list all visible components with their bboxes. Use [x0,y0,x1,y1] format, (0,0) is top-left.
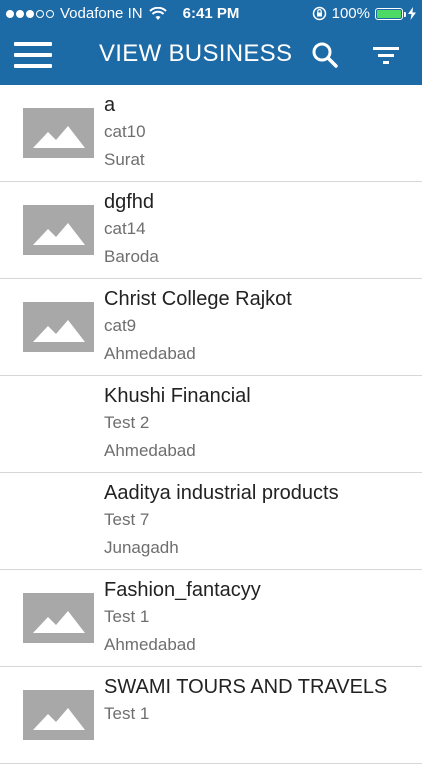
business-category: cat9 [104,316,137,335]
filter-button[interactable] [372,44,400,68]
placeholder-image-icon [23,593,94,643]
search-button[interactable] [311,41,339,69]
business-name: dgfhd [104,191,155,213]
business-row[interactable]: Christ College Rajkot cat9 Ahmedabad [0,279,422,376]
business-city: Baroda [104,247,159,266]
charging-icon [408,7,416,20]
hamburger-icon [14,42,52,68]
business-row[interactable]: a cat10 Surat [0,85,422,182]
page-title: VIEW BUSINESS [99,40,293,67]
business-city: Surat [104,150,145,169]
business-category: cat10 [104,122,146,141]
business-name: Christ College Rajkot [104,288,292,310]
rotation-lock-icon [312,6,326,21]
business-list: a cat10 Surat dgfhd cat14 Baroda Christ … [0,85,422,764]
menu-button[interactable] [14,42,52,70]
business-name: Khushi Financial [104,385,251,407]
business-row[interactable]: Khushi Financial Test 2 Ahmedabad [0,376,422,473]
business-name: SWAMI TOURS AND TRAVELS [104,676,388,698]
filter-icon [373,47,399,64]
battery-icon [375,7,406,20]
business-city: Ahmedabad [104,344,196,363]
business-row[interactable]: Fashion_fantacyy Test 1 Ahmedabad [0,570,422,667]
business-city: Junagadh [104,538,179,557]
status-bar: Vodafone IN 6:41 PM 100% [0,0,422,28]
app-header: Vodafone IN 6:41 PM 100% VIEW BUSINESS [0,0,422,85]
business-category: Test 1 [104,607,150,626]
business-category: Test 1 [104,704,150,723]
battery-percent: 100% [331,5,370,22]
business-city: Ahmedabad [104,441,196,460]
business-name: Aaditya industrial products [104,482,339,504]
placeholder-image-icon [23,205,94,255]
search-icon [312,42,338,68]
status-right: 100% [312,5,416,22]
business-city: Ahmedabad [104,635,196,654]
business-category: Test 2 [104,413,150,432]
business-row[interactable]: SWAMI TOURS AND TRAVELS Test 1 [0,667,422,764]
navbar: VIEW BUSINESS [0,28,422,85]
placeholder-image-icon [23,108,94,158]
business-row[interactable]: Aaditya industrial products Test 7 Junag… [0,473,422,570]
business-category: Test 7 [104,510,150,529]
business-row[interactable]: dgfhd cat14 Baroda [0,182,422,279]
placeholder-image-icon [23,690,94,740]
business-name: a [104,94,116,116]
business-name: Fashion_fantacyy [104,579,261,601]
business-category: cat14 [104,219,146,238]
placeholder-image-icon [23,302,94,352]
